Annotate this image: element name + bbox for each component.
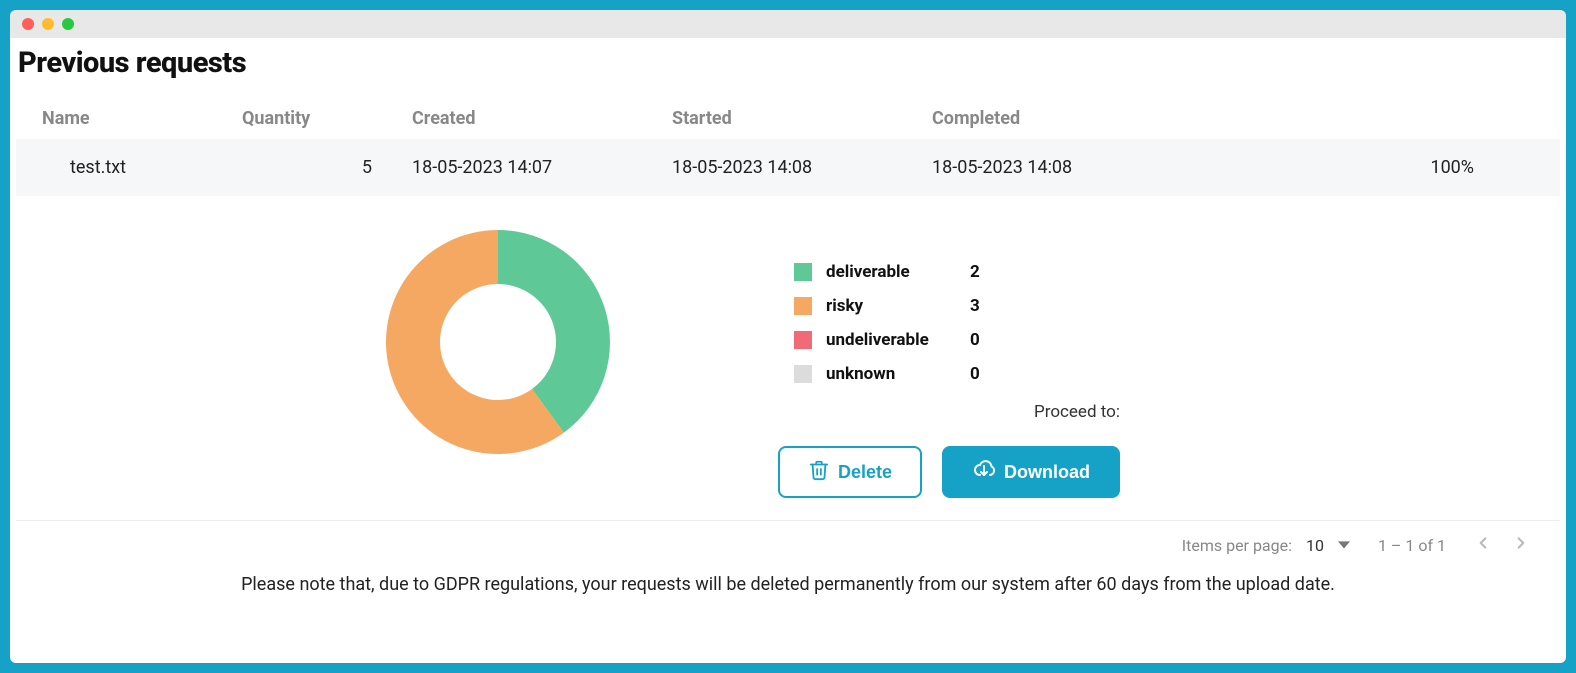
legend-row-unknown: unknown 0 <box>794 364 1534 384</box>
legend-label: unknown <box>826 364 956 384</box>
next-page-button[interactable] <box>1512 533 1530 558</box>
legend-and-actions: deliverable 2 risky 3 undeliverable 0 unknown 0… <box>794 226 1534 498</box>
divider <box>16 520 1560 521</box>
items-per-page: Items per page: 10 <box>1182 536 1350 555</box>
prev-page-button[interactable] <box>1474 533 1492 558</box>
cloud-download-icon <box>972 458 996 487</box>
table-row[interactable]: test.txt 5 18-05-2023 14:07 18-05-2023 1… <box>16 139 1560 196</box>
app-window: Previous requests Name Quantity Created … <box>10 10 1566 663</box>
legend-label: risky <box>826 296 956 316</box>
cell-quantity: 5 <box>242 157 412 178</box>
delete-button[interactable]: Delete <box>778 446 922 498</box>
donut-chart <box>382 226 614 462</box>
caret-down-icon[interactable] <box>1338 536 1350 555</box>
cell-started: 18-05-2023 14:08 <box>672 157 932 178</box>
cell-name: test.txt <box>42 157 242 178</box>
col-header-started: Started <box>672 108 932 129</box>
cell-created: 18-05-2023 14:07 <box>412 157 672 178</box>
table-header-row: Name Quantity Created Started Completed <box>16 98 1560 139</box>
items-per-page-value[interactable]: 10 <box>1306 536 1324 555</box>
col-header-created: Created <box>412 108 672 129</box>
legend-swatch <box>794 365 812 383</box>
legend-swatch <box>794 331 812 349</box>
legend-row-deliverable: deliverable 2 <box>794 262 1534 282</box>
trash-icon <box>808 459 830 486</box>
requests-table: Name Quantity Created Started Completed … <box>16 98 1560 196</box>
window-close-button[interactable] <box>22 18 34 30</box>
pagination-bar: Items per page: 10 1 – 1 of 1 <box>16 527 1560 562</box>
legend-label: undeliverable <box>826 330 956 350</box>
col-header-name: Name <box>42 108 242 129</box>
legend-label: deliverable <box>826 262 956 282</box>
col-header-quantity: Quantity <box>242 108 412 129</box>
action-buttons: Delete Download <box>778 446 1534 498</box>
download-button[interactable]: Download <box>942 446 1120 498</box>
legend-value: 3 <box>970 296 980 316</box>
legend-value: 0 <box>970 364 980 384</box>
delete-button-label: Delete <box>838 462 892 483</box>
legend-value: 0 <box>970 330 980 350</box>
legend-row-undeliverable: undeliverable 0 <box>794 330 1534 350</box>
chart-legend: deliverable 2 risky 3 undeliverable 0 unknown 0 <box>794 262 1534 384</box>
legend-value: 2 <box>970 262 980 282</box>
download-button-label: Download <box>1004 462 1090 483</box>
window-minimize-button[interactable] <box>42 18 54 30</box>
items-per-page-label: Items per page: <box>1182 536 1292 555</box>
window-zoom-button[interactable] <box>62 18 74 30</box>
detail-panel: deliverable 2 risky 3 undeliverable 0 unknown 0… <box>16 196 1560 508</box>
legend-row-risky: risky 3 <box>794 296 1534 316</box>
content-area: Previous requests Name Quantity Created … <box>10 38 1566 663</box>
window-titlebar <box>10 10 1566 38</box>
col-header-completed: Completed <box>932 108 1192 129</box>
proceed-label: Proceed to: <box>1034 402 1534 422</box>
pagination-range: 1 – 1 of 1 <box>1378 536 1446 555</box>
cell-completed: 18-05-2023 14:08 <box>932 157 1192 178</box>
cell-percent: 100% <box>1192 157 1534 178</box>
legend-swatch <box>794 263 812 281</box>
legend-swatch <box>794 297 812 315</box>
gdpr-notice: Please note that, due to GDPR regulation… <box>16 562 1560 597</box>
page-title: Previous requests <box>18 46 1560 80</box>
pagination-nav <box>1474 533 1530 558</box>
